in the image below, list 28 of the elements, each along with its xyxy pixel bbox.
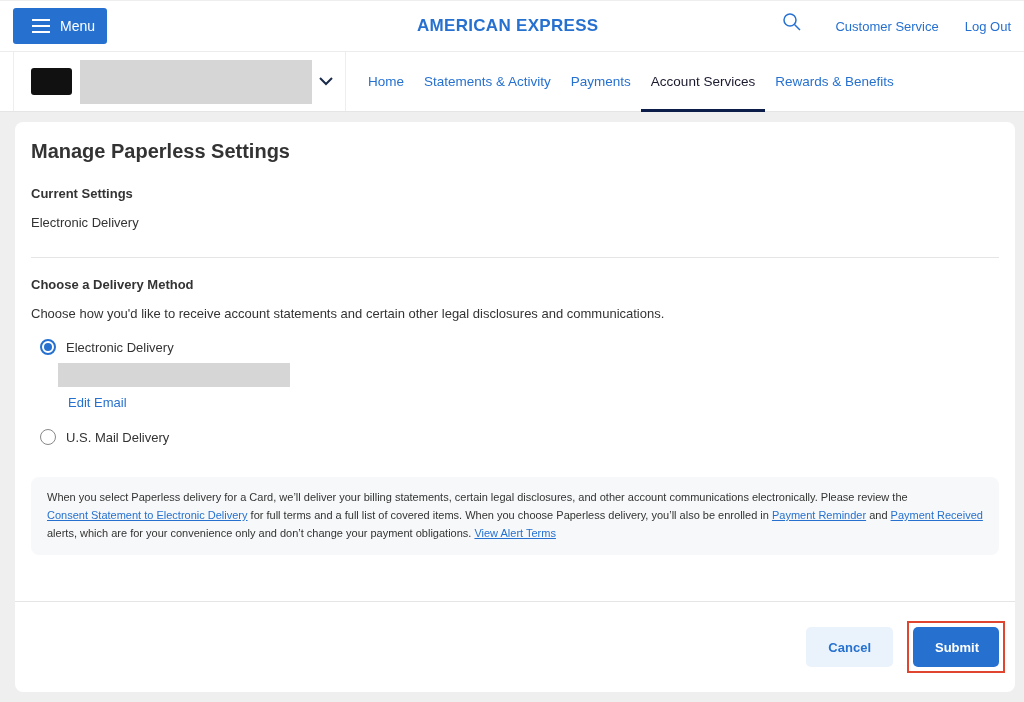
section-description: Choose how you'd like to receive account statements and certain other legal disclosures and communications. [31,306,666,321]
chevron-icon[interactable] [319,77,333,86]
brand-logo[interactable]: AMERICAN EXPRESS [417,16,599,36]
radio-label[interactable]: U.S. Mail Delivery [66,429,170,445]
header-link[interactable]: Log Out [964,18,1011,34]
header-link[interactable]: Customer Service [835,18,939,34]
disclosure-text: When you select Paperless delivery for a Card, we’ll deliver your billing statements, certain legal disclosures, and other account communications electronically. Please review the Consent Statement to Electronic Delivery for full terms and a full list of covered items. When you choose Paperless delivery, you’ll also be enrolled in Payment Reminder and Payment Received alerts, which are for your convenience only and don’t change your payment obligations. View Alert Terms [47,490,983,541]
current-setting-value: Electronic Delivery [31,215,140,230]
nav-tab[interactable]: Home [358,54,414,112]
submit-button[interactable]: Submit [913,627,999,667]
section-heading: Choose a Delivery Method [31,277,195,292]
nav-tab[interactable]: Rewards & Benefits [765,54,904,112]
radio-label[interactable]: Electronic Delivery [66,339,174,355]
text-link[interactable]: Consent Statement to Electronic Delivery [47,509,248,521]
text-link[interactable]: View Alert Terms [474,527,556,539]
nav-tab[interactable]: Payments [560,54,641,112]
text-link[interactable]: Payment Reminder [771,509,867,521]
nav-tab[interactable]: Statements & Activity [414,54,561,112]
cancel-button[interactable]: Cancel [806,627,893,667]
card-image [31,68,72,95]
page-title: Manage Paperless Settings [31,140,291,163]
radio-button[interactable] [40,339,56,355]
edit-email-link[interactable]: Edit Email [68,395,127,410]
menu-icon [32,19,50,33]
section-heading: Current Settings [31,186,134,201]
menu-button[interactable]: Menu [13,8,107,44]
search-icon[interactable] [783,13,802,31]
text-link[interactable]: Payment Received [890,509,983,521]
